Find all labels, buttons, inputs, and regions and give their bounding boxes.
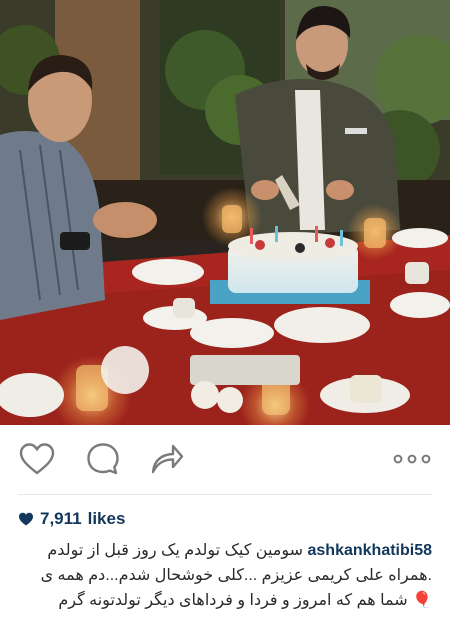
- like-button[interactable]: [18, 440, 56, 478]
- likes-number: 7,911: [40, 509, 82, 528]
- heart-outline-icon: [19, 443, 55, 475]
- author-username[interactable]: ashkankhatibi58: [308, 542, 433, 559]
- likes-count[interactable]: 7,911 likes: [18, 508, 125, 530]
- comment-bubble-icon: [87, 443, 119, 475]
- more-options-button[interactable]: [392, 440, 432, 478]
- caption-text-3: شما هم که امروز و فردا و فرداهای دیگر تو…: [58, 592, 408, 609]
- post-photo[interactable]: [0, 0, 450, 425]
- share-button[interactable]: [148, 440, 186, 478]
- share-arrow-icon: [151, 444, 184, 474]
- caption-line-2: .همراه علی کریمی عزیزم ...کلی خوشحال شدم…: [18, 563, 432, 588]
- caption-line-3: 🎈 شما هم که امروز و فردا و فرداهای دیگر …: [18, 588, 432, 613]
- heart-filled-icon: [19, 512, 33, 526]
- post-action-bar: [0, 432, 450, 486]
- caption-text-1: سومین کیک تولدم یک روز قبل از تولدم: [47, 542, 304, 559]
- post-caption: ashkankhatibi58 سومین کیک تولدم یک روز ق…: [18, 538, 432, 613]
- caption-text-2: .همراه علی کریمی عزیزم ...کلی خوشحال شدم…: [40, 567, 432, 584]
- likes-label: likes: [87, 509, 126, 528]
- caption-line-1: ashkankhatibi58 سومین کیک تولدم یک روز ق…: [18, 538, 432, 563]
- more-dots-icon: [393, 454, 431, 464]
- comment-button[interactable]: [84, 440, 122, 478]
- birthday-photo-illustration: [0, 0, 450, 425]
- actions-divider: [18, 494, 432, 495]
- caption-balloon-emoji: 🎈: [412, 592, 432, 609]
